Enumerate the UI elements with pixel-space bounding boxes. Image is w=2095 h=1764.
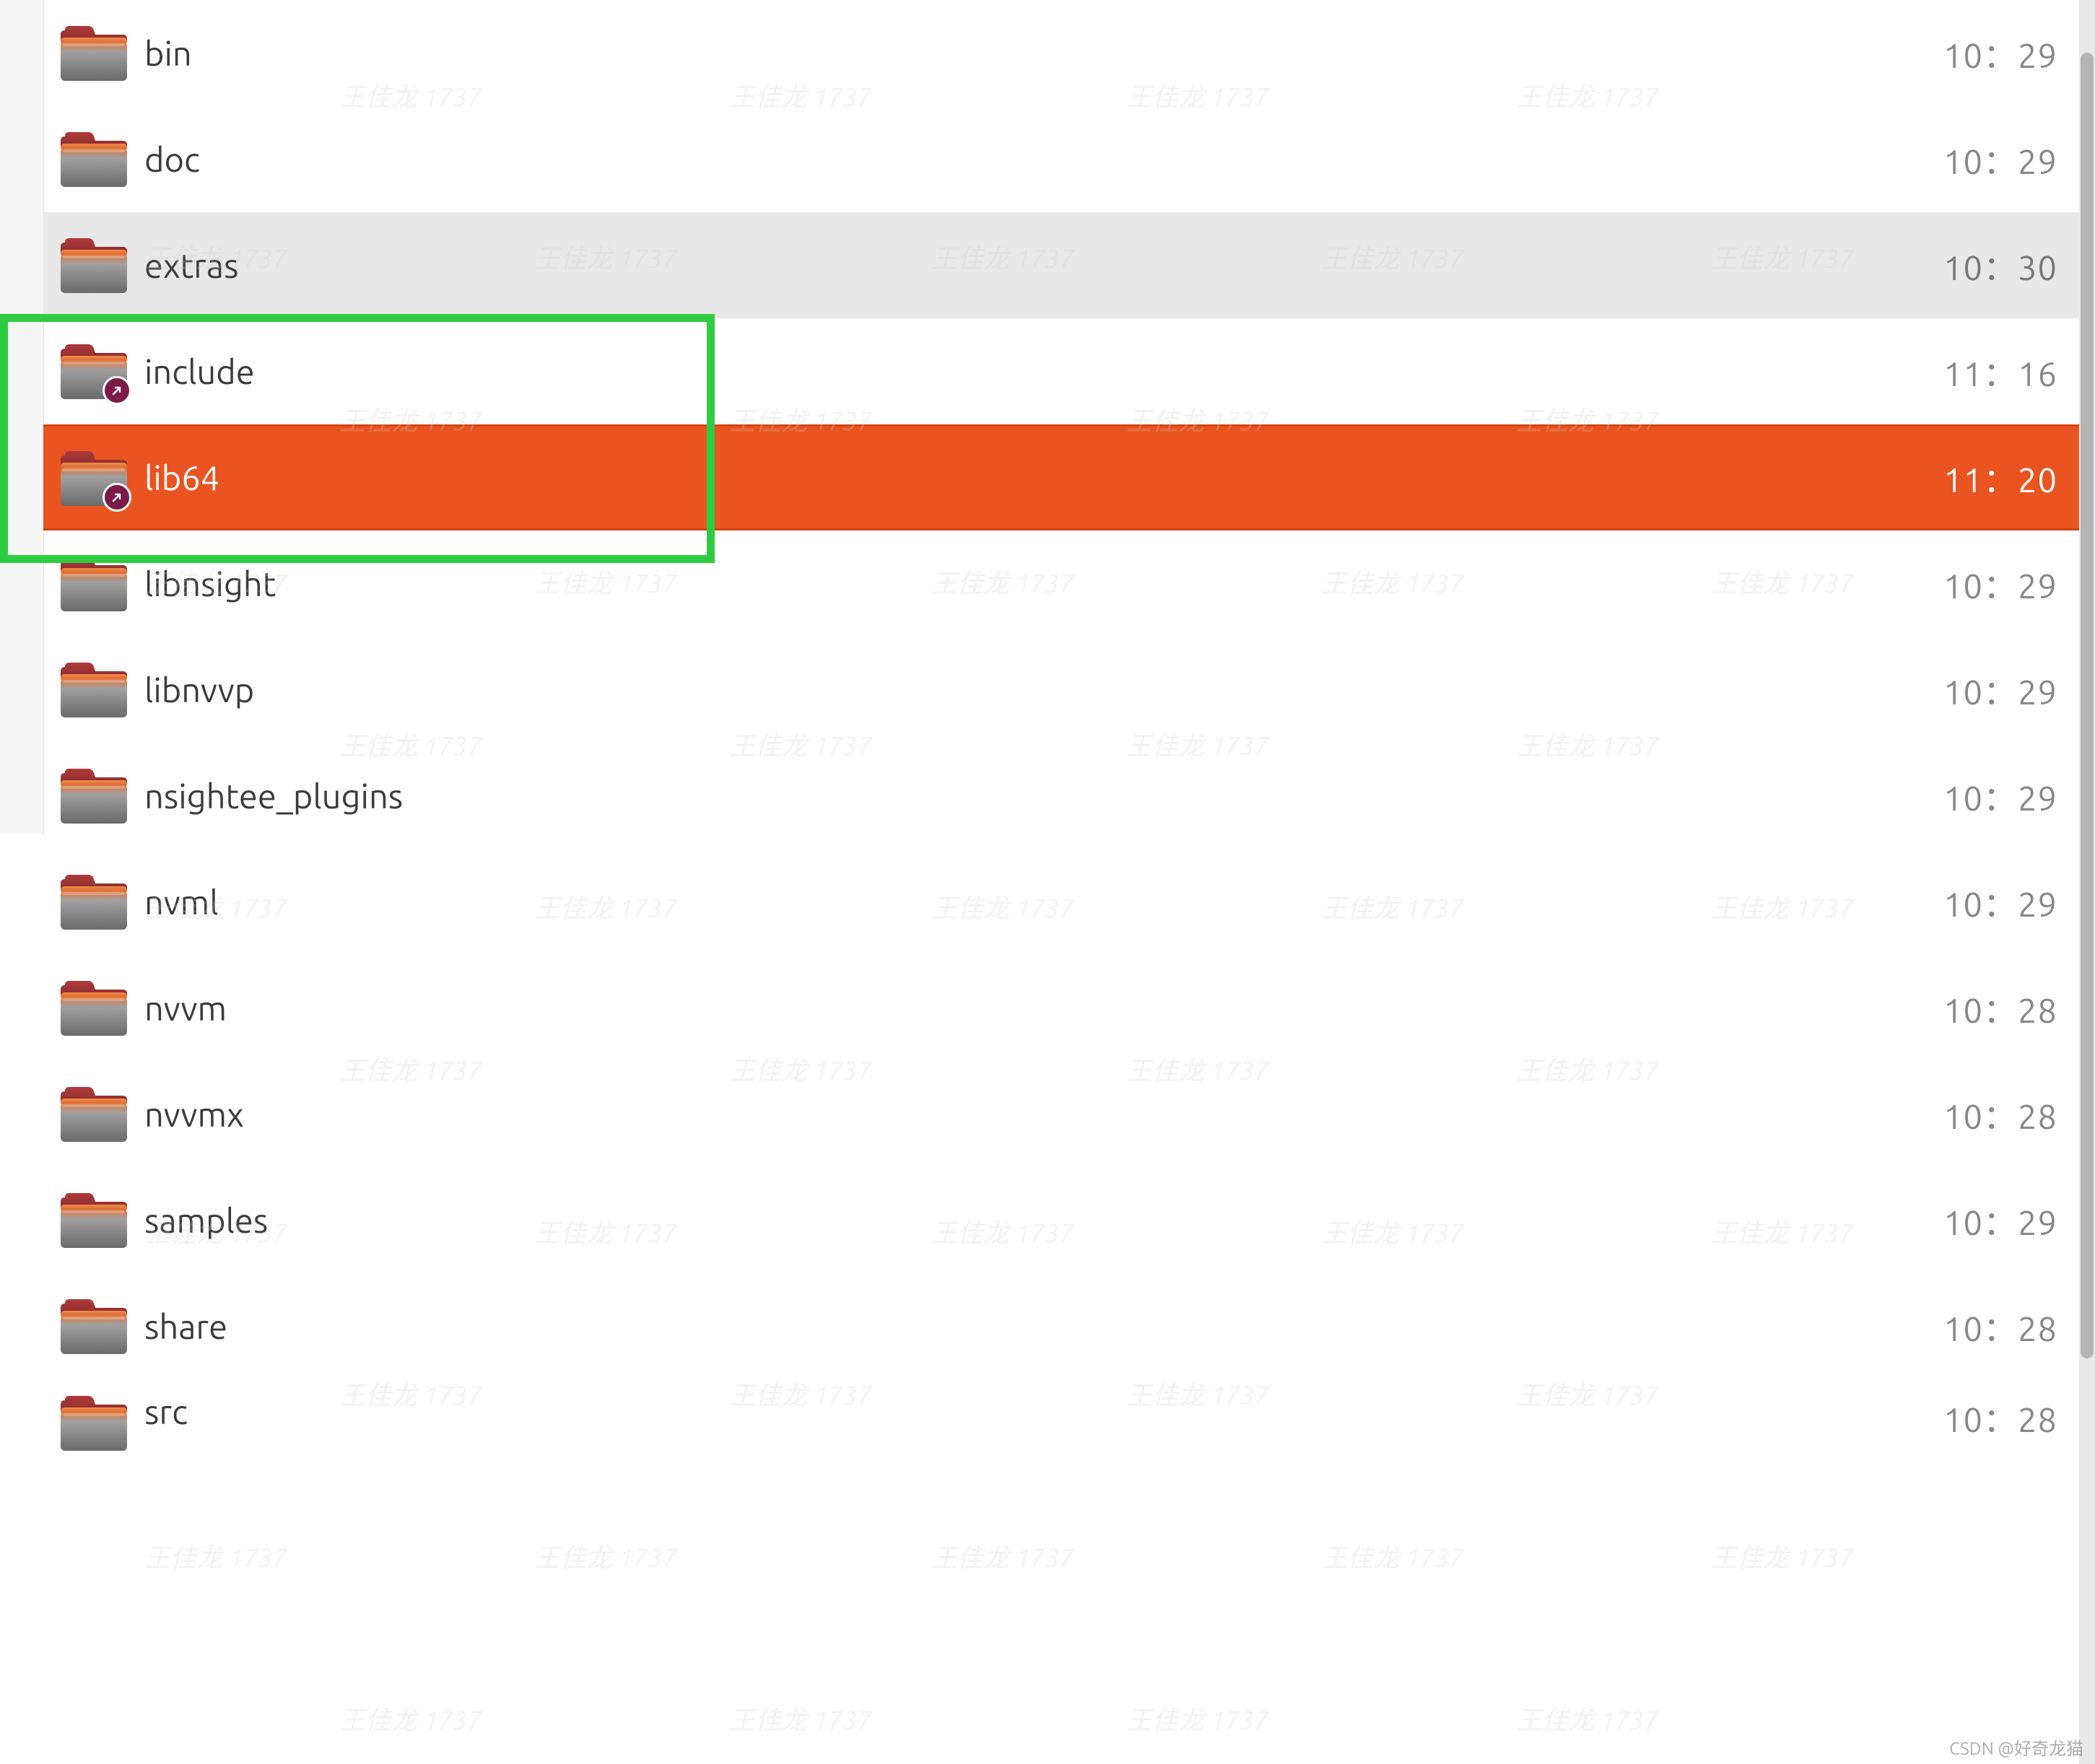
folder-icon bbox=[43, 1296, 144, 1355]
folder-name-label: nvvmx bbox=[144, 1095, 1943, 1133]
folder-row-nsightee_plugins[interactable]: nsightee_plugins10：29 bbox=[43, 743, 2079, 849]
sidebar-edge bbox=[0, 0, 44, 834]
folder-name-label: nsightee_plugins bbox=[144, 777, 1943, 815]
folder-icon bbox=[43, 872, 144, 931]
vertical-scrollbar-track[interactable] bbox=[2079, 0, 2095, 1764]
folder-time-label: 10：28 bbox=[1943, 1301, 2079, 1351]
folder-icon bbox=[43, 660, 144, 719]
folder-icon bbox=[43, 554, 144, 613]
folder-icon bbox=[43, 1190, 144, 1249]
folder-time-label: 10：29 bbox=[1943, 134, 2079, 184]
folder-time-label: 10：28 bbox=[1943, 1089, 2079, 1139]
folder-row-lib64[interactable]: lib6411：20 bbox=[43, 424, 2079, 530]
folder-name-label: include bbox=[144, 352, 1943, 390]
folder-row-bin[interactable]: bin10：29 bbox=[43, 0, 2079, 106]
vertical-scrollbar-thumb[interactable] bbox=[2081, 53, 2094, 1358]
folder-icon bbox=[43, 129, 144, 188]
folder-name-label: libnsight bbox=[144, 564, 1943, 603]
file-manager-view: bin10：29 doc10：29 extras10：30 include11：… bbox=[0, 0, 2095, 1764]
folder-name-label: lib64 bbox=[144, 458, 1943, 497]
folder-time-label: 10：29 bbox=[1943, 665, 2079, 715]
folder-time-label: 10：29 bbox=[1943, 28, 2079, 78]
folder-name-label: nvml bbox=[144, 883, 1943, 921]
folder-name-label: nvvm bbox=[144, 989, 1943, 1027]
folder-row-nvml[interactable]: nvml10：29 bbox=[43, 849, 2079, 955]
folder-name-label: samples bbox=[144, 1201, 1943, 1239]
folder-time-label: 10：29 bbox=[1943, 559, 2079, 608]
folder-time-label: 11：20 bbox=[1943, 453, 2079, 502]
folder-time-label: 10：29 bbox=[1943, 1195, 2079, 1245]
folder-time-label: 10：28 bbox=[1943, 1379, 2079, 1442]
folder-name-label: src bbox=[144, 1379, 1943, 1431]
folder-list: bin10：29 doc10：29 extras10：30 include11：… bbox=[43, 0, 2079, 1764]
folder-time-label: 11：16 bbox=[1943, 346, 2079, 396]
folder-icon bbox=[43, 235, 144, 294]
folder-row-nvvmx[interactable]: nvvmx10：28 bbox=[43, 1061, 2079, 1167]
folder-time-label: 10：28 bbox=[1943, 983, 2079, 1033]
symlink-badge-icon bbox=[103, 483, 131, 512]
symlink-badge-icon bbox=[103, 376, 131, 405]
folder-icon bbox=[43, 341, 144, 401]
folder-row-libnsight[interactable]: libnsight10：29 bbox=[43, 530, 2079, 637]
folder-row-nvvm[interactable]: nvvm10：28 bbox=[43, 955, 2079, 1061]
folder-row-include[interactable]: include11：16 bbox=[43, 318, 2079, 424]
folder-icon bbox=[43, 1389, 144, 1452]
folder-row-share[interactable]: share10：28 bbox=[43, 1273, 2079, 1379]
folder-name-label: doc bbox=[144, 140, 1943, 178]
folder-row-libnvvp[interactable]: libnvvp10：29 bbox=[43, 637, 2079, 743]
folder-time-label: 10：29 bbox=[1943, 771, 2079, 821]
folder-icon bbox=[43, 448, 144, 507]
folder-icon bbox=[43, 1084, 144, 1143]
folder-name-label: bin bbox=[144, 34, 1943, 72]
folder-row-extras[interactable]: extras10：30 bbox=[43, 212, 2079, 318]
folder-icon bbox=[43, 978, 144, 1037]
folder-name-label: share bbox=[144, 1307, 1943, 1345]
folder-name-label: libnvvp bbox=[144, 671, 1943, 709]
folder-name-label: extras bbox=[144, 246, 1943, 284]
folder-row-doc[interactable]: doc10：29 bbox=[43, 106, 2079, 212]
folder-row-src[interactable]: src10：28 bbox=[43, 1379, 2079, 1462]
folder-row-samples[interactable]: samples10：29 bbox=[43, 1167, 2079, 1273]
folder-time-label: 10：30 bbox=[1943, 240, 2079, 290]
folder-time-label: 10：29 bbox=[1943, 877, 2079, 927]
folder-icon bbox=[43, 23, 144, 82]
folder-icon bbox=[43, 766, 144, 825]
